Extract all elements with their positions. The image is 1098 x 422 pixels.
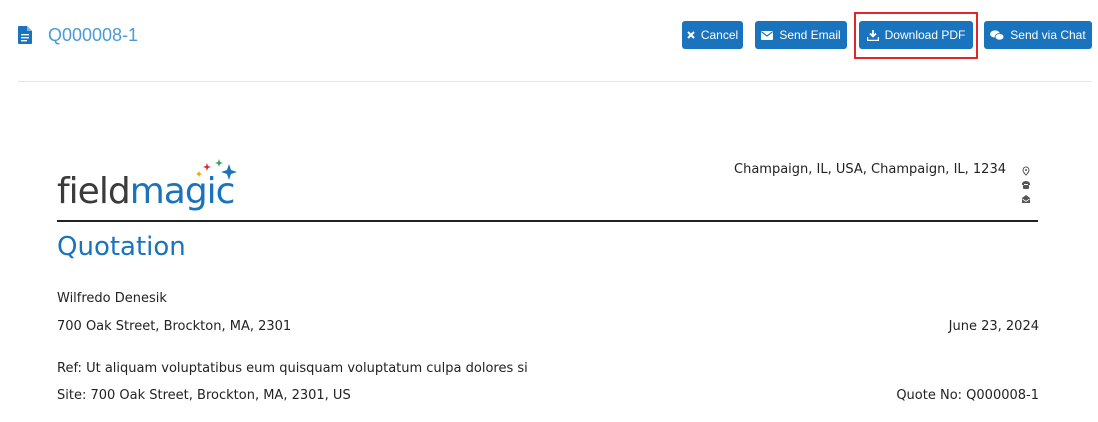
logo-magic-text: magic xyxy=(129,171,236,212)
customer-name: Wilfredo Denesik xyxy=(57,291,167,306)
x-icon xyxy=(687,31,695,39)
quote-date: June 23, 2024 xyxy=(948,319,1039,334)
cancel-button[interactable]: Cancel xyxy=(682,21,743,49)
focus-highlight xyxy=(854,12,978,59)
envelope-icon xyxy=(1022,195,1030,203)
chat-bubbles-icon xyxy=(990,29,1005,40)
logo-field-text: field xyxy=(57,171,131,212)
send-email-button[interactable]: Send Email xyxy=(755,21,847,49)
phone-icon xyxy=(1022,181,1030,189)
cancel-button-label: Cancel xyxy=(700,28,739,42)
document-divider xyxy=(57,220,1038,222)
document-icon xyxy=(18,26,32,44)
site-address: Site: 700 Oak Street, Brockton, MA, 2301… xyxy=(57,388,351,403)
send-email-label: Send Email xyxy=(779,28,841,42)
company-address: Champaign, IL, USA, Champaign, IL, 1234 xyxy=(734,162,1006,177)
send-via-chat-label: Send via Chat xyxy=(1010,28,1086,42)
company-logo: fieldmagic xyxy=(57,158,247,216)
contact-icons xyxy=(1022,166,1030,203)
envelope-icon xyxy=(761,30,774,40)
header-divider xyxy=(18,81,1092,82)
send-via-chat-button[interactable]: Send via Chat xyxy=(984,21,1092,49)
location-pin-icon xyxy=(1022,166,1030,176)
quote-number: Quote No: Q000008-1 xyxy=(896,388,1039,403)
logo-wordmark: fieldmagic xyxy=(57,170,236,214)
reference-line: Ref: Ut aliquam voluptatibus eum quisqua… xyxy=(57,361,528,376)
page-header: Q000008-1 Cancel Send Email Download PDF… xyxy=(0,0,1098,82)
page-title: Q000008-1 xyxy=(48,25,139,45)
customer-address: 700 Oak Street, Brockton, MA, 2301 xyxy=(57,319,292,334)
document-heading: Quotation xyxy=(57,232,186,262)
